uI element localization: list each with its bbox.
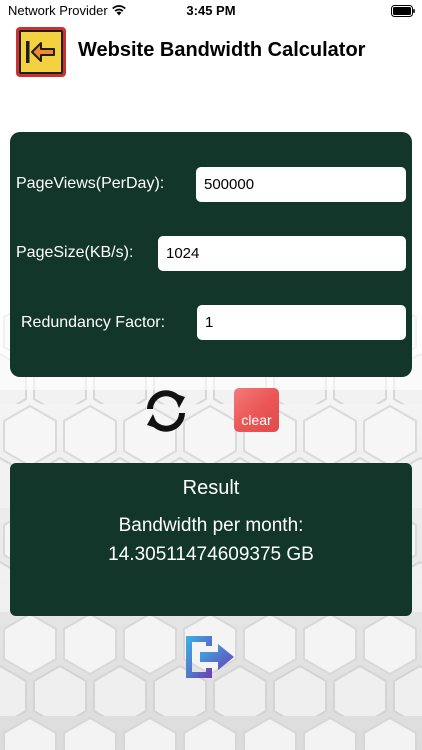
result-label: Bandwidth per month:	[118, 515, 304, 536]
result-title: Result	[182, 477, 240, 499]
battery-icon	[391, 5, 415, 17]
result-card: Result Bandwidth per month: 14.305114746…	[10, 463, 412, 616]
page-title: Website Bandwidth Calculator	[78, 39, 366, 61]
arrow-left-icon	[26, 41, 55, 63]
exit-button[interactable]	[184, 632, 238, 682]
redundancy-input[interactable]	[197, 305, 406, 340]
refresh-button[interactable]	[142, 387, 190, 435]
status-time: 3:45 PM	[186, 3, 236, 18]
refresh-icon	[147, 390, 185, 432]
back-button[interactable]	[16, 27, 66, 77]
header: Website Bandwidth Calculator	[0, 24, 422, 80]
redundancy-label: Redundancy Factor:	[21, 314, 166, 331]
pagesize-label: PageSize(KB/s):	[16, 244, 134, 261]
pageviews-label: PageViews(PerDay):	[16, 175, 165, 192]
exit-icon	[186, 636, 234, 678]
back-button-face	[19, 30, 63, 74]
pageviews-input[interactable]	[196, 167, 406, 202]
clear-button[interactable]: clear	[234, 388, 279, 432]
pagesize-input[interactable]	[158, 236, 406, 271]
status-bar: Network Provider 3:45 PM	[0, 0, 422, 22]
result-value: 14.30511474609375 GB	[108, 544, 314, 565]
input-card: PageViews(PerDay): PageSize(KB/s): Redun…	[10, 132, 412, 377]
